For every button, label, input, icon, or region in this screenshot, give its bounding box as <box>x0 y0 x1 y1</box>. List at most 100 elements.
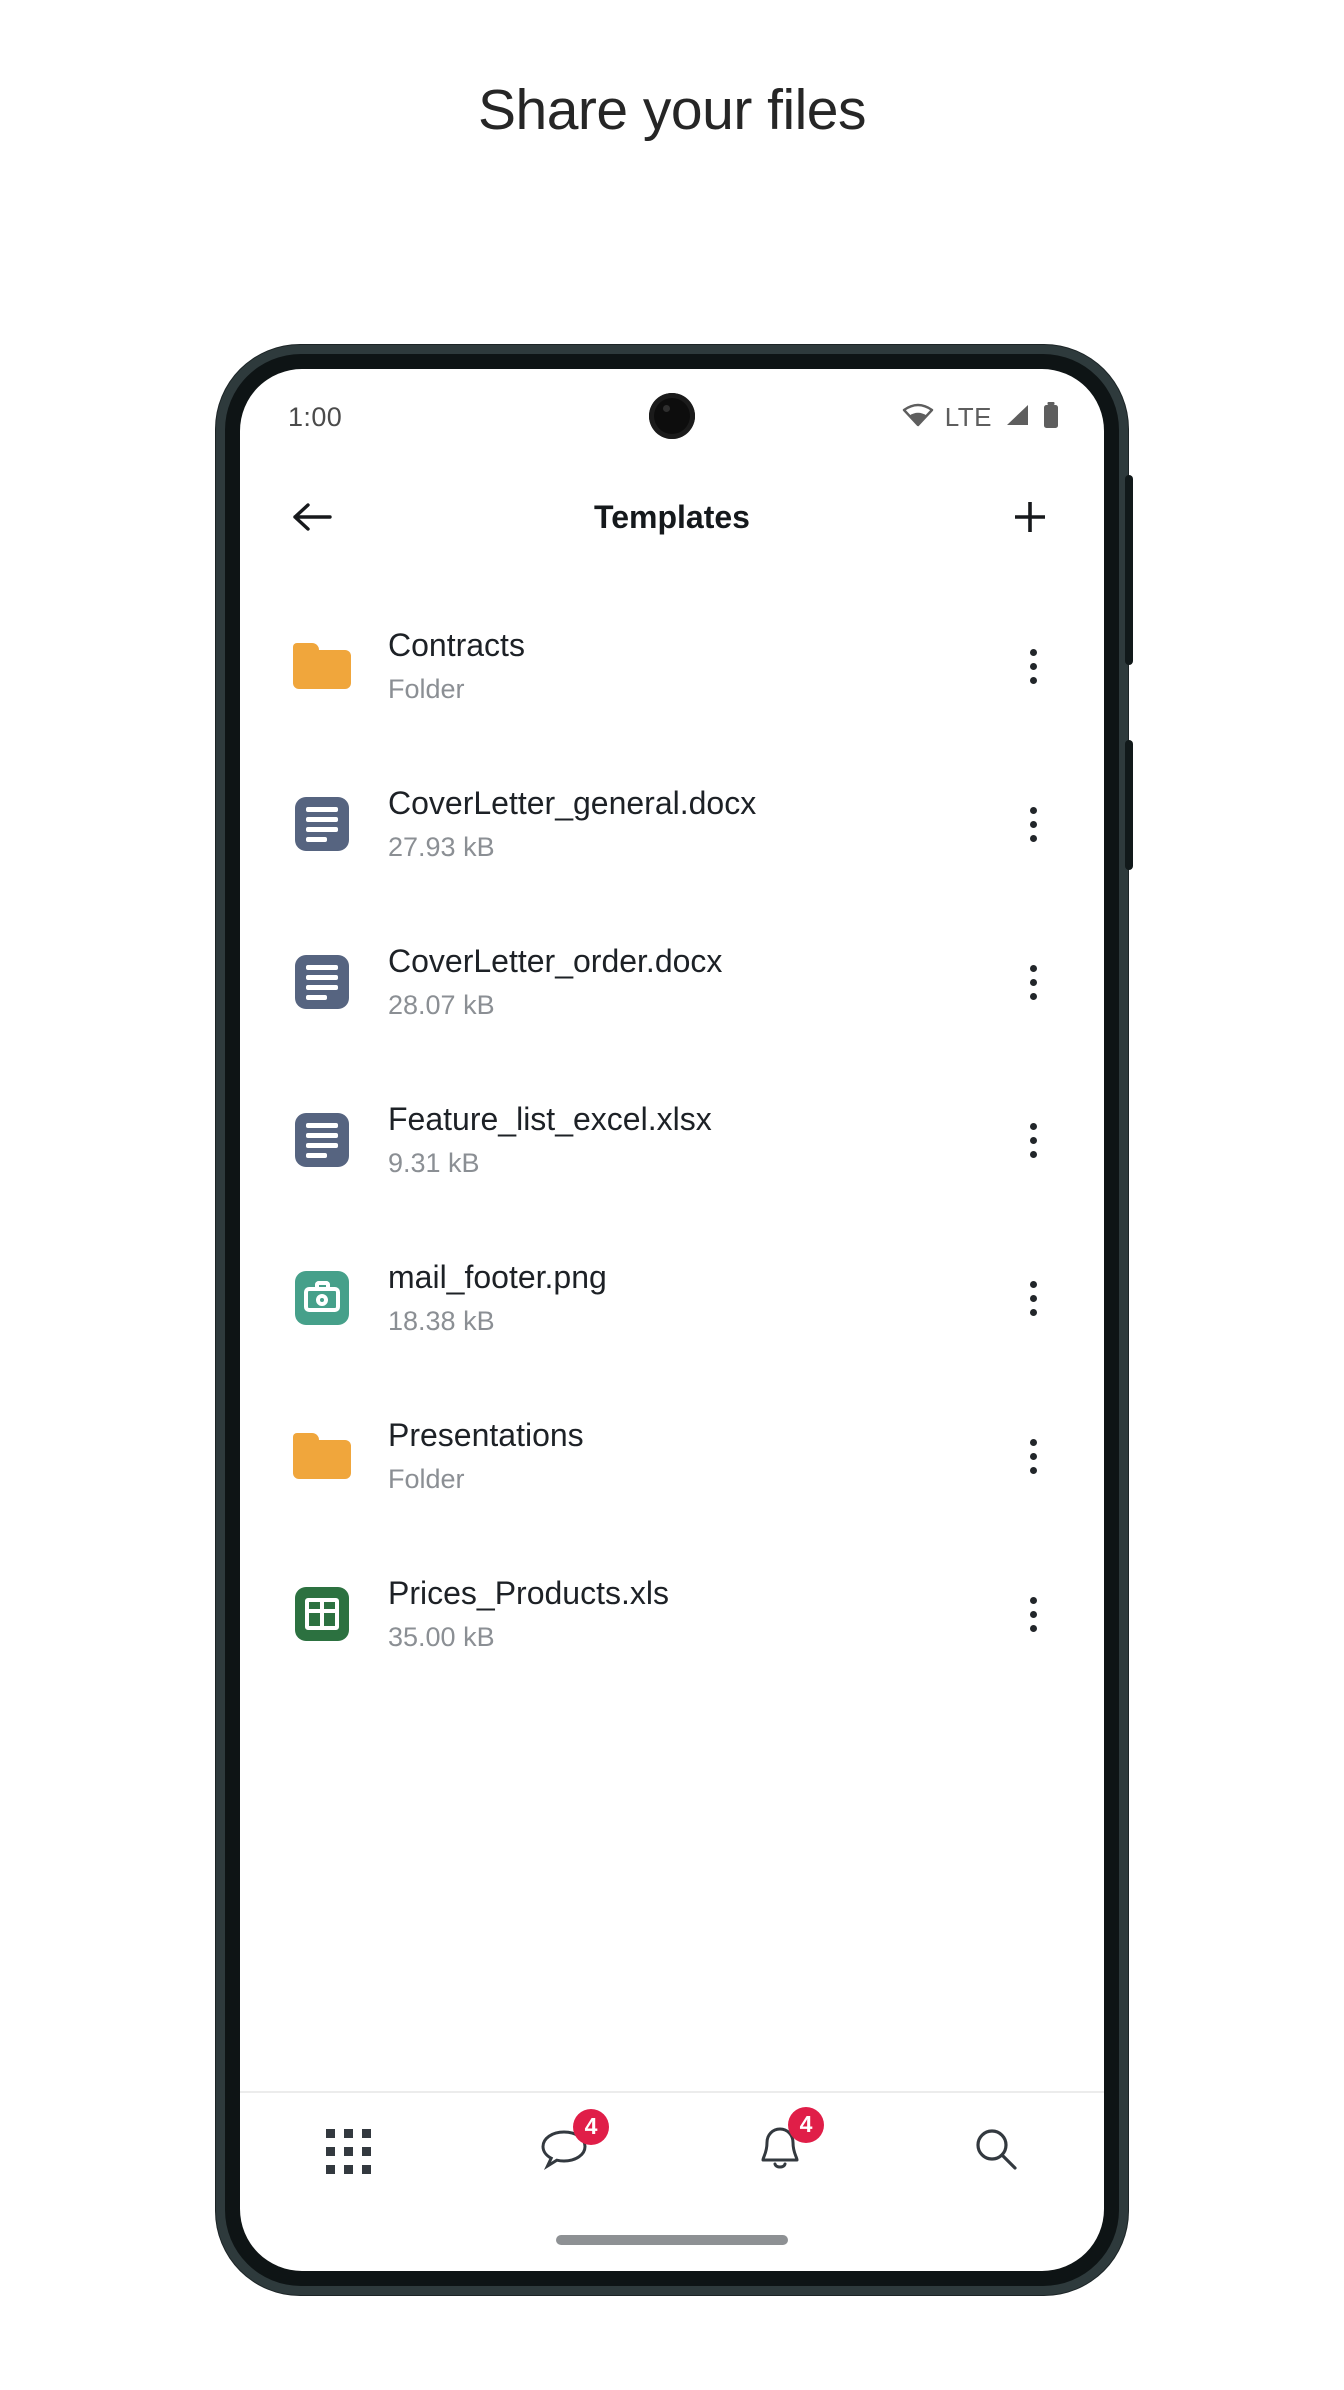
file-meta: 18.38 kB <box>388 1305 495 1336</box>
file-row[interactable]: CoverLetter_general.docx 27.93 kB <box>240 745 1104 903</box>
kebab-dot <box>1029 1452 1037 1460</box>
kebab-dot <box>1029 1122 1037 1130</box>
apps-grid-icon <box>325 2128 371 2174</box>
file-text: CoverLetter_general.docx 27.93 kB <box>362 783 1002 865</box>
status-bar: 1:00 LTE <box>240 369 1104 465</box>
kebab-dot <box>1029 1466 1037 1474</box>
plus-icon <box>1015 502 1045 532</box>
file-text: Presentations Folder <box>362 1415 1002 1497</box>
add-button[interactable] <box>998 485 1062 549</box>
nav-icon-wrap: 4 <box>756 2106 824 2179</box>
spreadsheet-icon <box>295 1587 349 1641</box>
file-icon <box>282 643 362 689</box>
document-icon <box>295 955 349 1009</box>
file-meta: 35.00 kB <box>388 1621 495 1652</box>
file-overflow-menu-button[interactable] <box>1002 1574 1064 1654</box>
kebab-dot <box>1029 648 1037 656</box>
network-type-label: LTE <box>944 401 992 432</box>
file-meta: 28.07 kB <box>388 989 495 1020</box>
file-icon <box>282 1433 362 1479</box>
file-overflow-menu-button[interactable] <box>1002 1100 1064 1180</box>
file-icon <box>282 1113 362 1167</box>
file-overflow-menu-button[interactable] <box>1002 784 1064 864</box>
file-overflow-menu-button[interactable] <box>1002 942 1064 1022</box>
bottom-navigation: 44 <box>240 2091 1104 2209</box>
file-row[interactable]: Feature_list_excel.xlsx 9.31 kB <box>240 1061 1104 1219</box>
kebab-dot <box>1029 806 1037 814</box>
home-indicator[interactable] <box>556 2235 788 2245</box>
file-meta: Folder <box>388 1463 465 1494</box>
file-row[interactable]: Contracts Folder <box>240 587 1104 745</box>
document-icon <box>295 1113 349 1167</box>
nav-icon-wrap <box>325 2128 371 2174</box>
battery-icon <box>1042 401 1060 434</box>
nav-icon-wrap <box>971 2124 1021 2179</box>
file-text: mail_footer.png 18.38 kB <box>362 1257 1002 1339</box>
file-list: Contracts Folder CoverLetter_general.docx 2… <box>240 569 1104 1693</box>
nav-badge: 4 <box>788 2106 824 2143</box>
phone-screen: 1:00 LTE Templates Contracts Folder Cove… <box>240 369 1104 2271</box>
kebab-dot <box>1029 964 1037 972</box>
file-overflow-menu-button[interactable] <box>1002 626 1064 706</box>
kebab-dot <box>1029 820 1037 828</box>
file-row[interactable]: CoverLetter_order.docx 28.07 kB <box>240 903 1104 1061</box>
kebab-dot <box>1029 1624 1037 1632</box>
folder-icon <box>293 1433 351 1479</box>
bottom-area: 44 <box>240 2091 1104 2271</box>
nav-item-bell[interactable]: 4 <box>672 2093 888 2209</box>
volume-button[interactable] <box>1125 475 1133 665</box>
front-camera-punch-hole <box>649 393 695 439</box>
wifi-icon <box>902 403 934 432</box>
power-button[interactable] <box>1125 740 1133 870</box>
kebab-dot <box>1029 1136 1037 1144</box>
folder-icon <box>293 643 351 689</box>
file-row[interactable]: Presentations Folder <box>240 1377 1104 1535</box>
kebab-dot <box>1029 662 1037 670</box>
signal-icon <box>1003 403 1031 432</box>
kebab-dot <box>1029 1596 1037 1604</box>
nav-item-apps-grid[interactable] <box>240 2093 456 2209</box>
file-meta: Folder <box>388 673 465 704</box>
kebab-dot <box>1029 676 1037 684</box>
file-row[interactable]: Prices_Products.xls 35.00 kB <box>240 1535 1104 1693</box>
file-text: Prices_Products.xls 35.00 kB <box>362 1573 1002 1655</box>
kebab-dot <box>1029 1280 1037 1288</box>
nav-icon-wrap: 4 <box>539 2108 609 2177</box>
file-text: CoverLetter_order.docx 28.07 kB <box>362 941 1002 1023</box>
file-name: Prices_Products.xls <box>388 1574 669 1611</box>
status-time: 1:00 <box>288 401 343 432</box>
nav-item-search[interactable] <box>888 2093 1104 2209</box>
kebab-dot <box>1029 1150 1037 1158</box>
file-name: Feature_list_excel.xlsx <box>388 1100 712 1137</box>
file-name: CoverLetter_order.docx <box>388 942 723 979</box>
file-name: mail_footer.png <box>388 1258 607 1295</box>
back-button[interactable] <box>280 485 344 549</box>
nav-item-chat-bubble[interactable]: 4 <box>456 2093 672 2209</box>
phone-mockup: 1:00 LTE Templates Contracts Folder Cove… <box>216 345 1133 2295</box>
kebab-dot <box>1029 1308 1037 1316</box>
kebab-dot <box>1029 992 1037 1000</box>
file-icon <box>282 797 362 851</box>
kebab-dot <box>1029 1438 1037 1446</box>
file-overflow-menu-button[interactable] <box>1002 1416 1064 1496</box>
file-icon <box>282 1271 362 1325</box>
back-arrow-icon <box>293 503 332 531</box>
home-indicator-area <box>240 2209 1104 2271</box>
file-name: Contracts <box>388 626 525 663</box>
document-icon <box>295 797 349 851</box>
file-text: Feature_list_excel.xlsx 9.31 kB <box>362 1099 1002 1181</box>
file-row[interactable]: mail_footer.png 18.38 kB <box>240 1219 1104 1377</box>
file-meta: 9.31 kB <box>388 1147 480 1178</box>
kebab-dot <box>1029 978 1037 986</box>
page-title: Share your files <box>477 78 867 142</box>
kebab-dot <box>1029 1294 1037 1302</box>
search-icon <box>976 2128 1017 2170</box>
page-root: Share your files 1:00 LTE Templates Cont… <box>0 0 1344 2390</box>
nav-badge: 4 <box>573 2108 609 2145</box>
image-icon <box>295 1271 349 1325</box>
file-name: Presentations <box>388 1416 584 1453</box>
file-overflow-menu-button[interactable] <box>1002 1258 1064 1338</box>
file-icon <box>282 955 362 1009</box>
kebab-dot <box>1029 834 1037 842</box>
file-icon <box>282 1587 362 1641</box>
